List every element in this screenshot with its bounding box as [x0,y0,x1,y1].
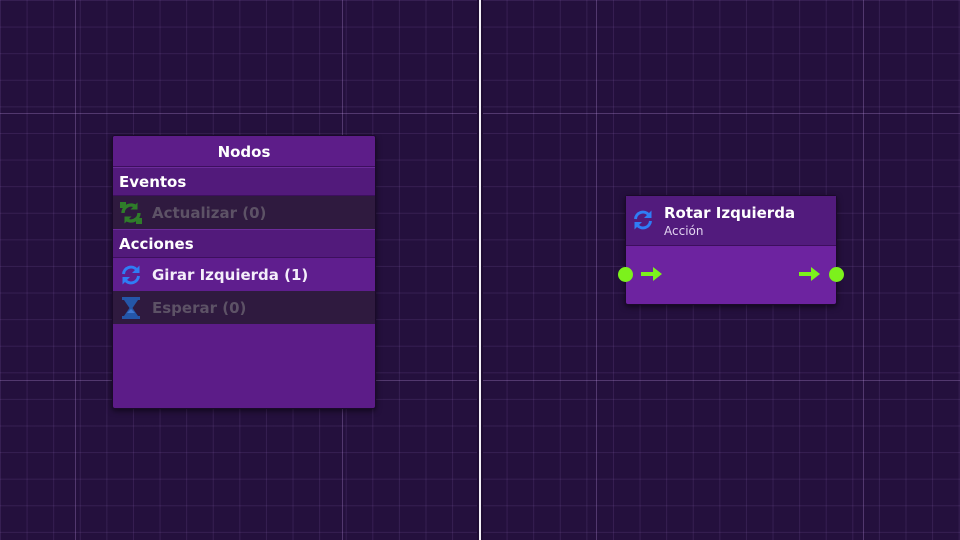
graph-node-rotar-izquierda[interactable]: Rotar Izquierda Acción [618,195,844,305]
node-palette-panel: Nodos Eventos Actualizar (0) Acciones Gi… [112,135,376,409]
input-port[interactable] [618,267,633,282]
output-port[interactable] [829,267,844,282]
hourglass-icon [118,295,144,321]
section-header-eventos: Eventos [113,167,375,196]
rotate-icon [631,208,657,234]
left-canvas[interactable]: Nodos Eventos Actualizar (0) Acciones Gi… [0,0,477,540]
palette-item-label: Actualizar (0) [152,203,267,222]
grid-major-line [483,380,960,381]
grid-major-line [75,0,76,540]
node-header[interactable]: Rotar Izquierda Acción [626,196,836,246]
grid-major-line [596,0,597,540]
palette-item-label: Esperar (0) [152,298,247,317]
palette-item-label: Girar Izquierda (1) [152,265,309,284]
palette-item-actualizar: Actualizar (0) [113,196,375,229]
flow-arrow-icon [799,267,820,281]
section-header-acciones: Acciones [113,229,375,258]
refresh-cycle-icon [118,200,144,226]
rotate-icon [118,262,144,288]
node-subtitle: Acción [664,224,704,238]
palette-title: Nodos [113,136,375,167]
flow-arrow-icon [641,267,662,281]
palette-item-girar-izquierda[interactable]: Girar Izquierda (1) [113,258,375,291]
grid-major-line [483,113,960,114]
palette-item-esperar: Esperar (0) [113,291,375,324]
grid-major-line [0,113,477,114]
node-title: Rotar Izquierda [664,204,796,222]
grid-major-line [863,0,864,540]
